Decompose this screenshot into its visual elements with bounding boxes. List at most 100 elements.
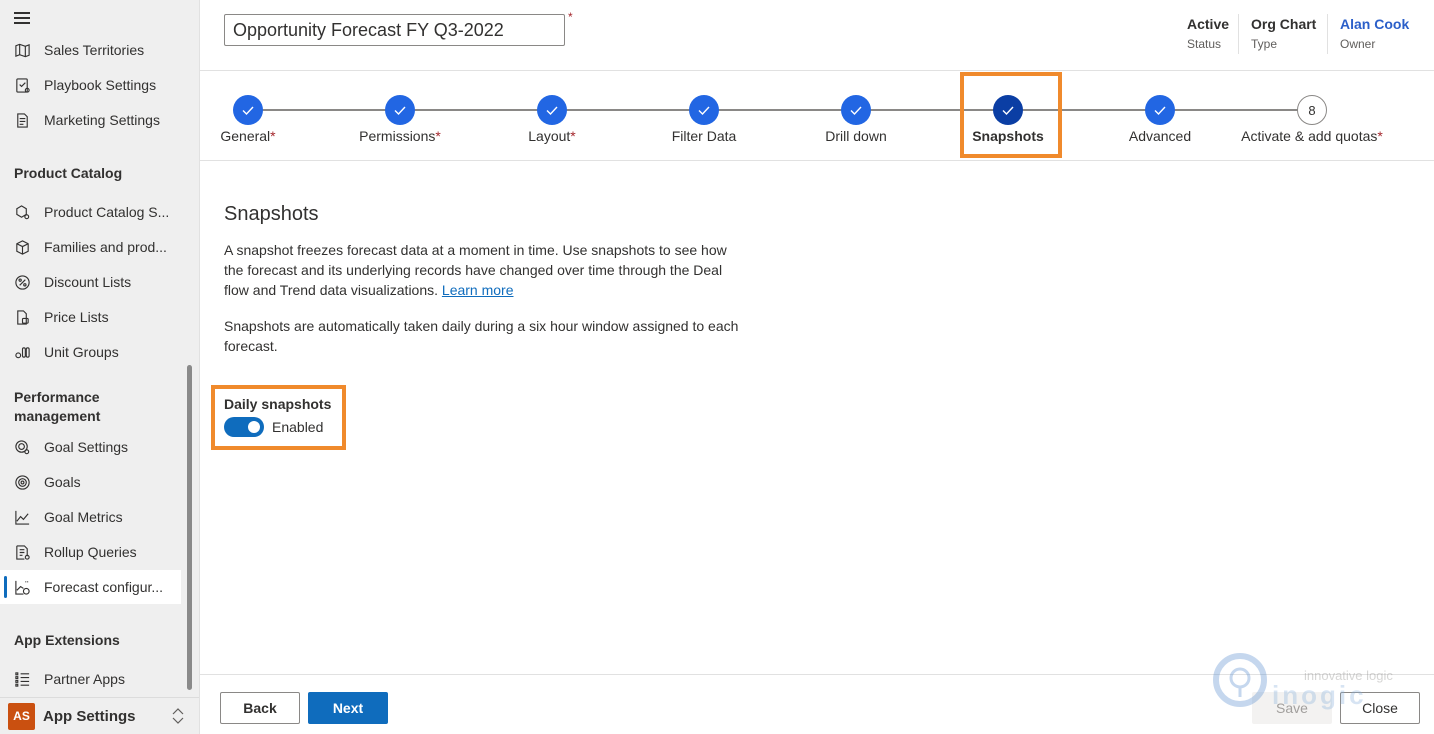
check-icon: [233, 95, 263, 125]
step-filter-data[interactable]: Filter Data: [624, 95, 784, 144]
header-field-type: Org Chart Type: [1238, 14, 1328, 54]
type-label: Type: [1251, 37, 1278, 51]
type-value: Org Chart: [1251, 16, 1317, 32]
playbook-icon: [13, 76, 31, 94]
sidebar-item-label: Goal Metrics: [44, 509, 123, 525]
status-label: Status: [1187, 37, 1222, 51]
sidebar-item-label: Unit Groups: [44, 344, 119, 360]
check-icon: [385, 95, 415, 125]
step-label: Activate & add quotas: [1241, 128, 1378, 144]
header-field-status: Active Status: [1175, 14, 1241, 54]
form-footer: Back Next Save Close: [200, 674, 1434, 734]
sidebar-item-goals[interactable]: Goals: [0, 465, 181, 499]
required-marker: *: [570, 128, 576, 144]
owner-link[interactable]: Alan Cook: [1340, 14, 1409, 34]
marketing-icon: [13, 111, 31, 129]
step-drill-down[interactable]: Drill down: [776, 95, 936, 144]
sidebar-item-label: Partner Apps: [44, 671, 125, 687]
step-label: Filter Data: [671, 128, 737, 144]
sidebar-item-sales-territories[interactable]: Sales Territories: [0, 33, 181, 67]
map-icon: [13, 41, 31, 59]
forecast-icon: [13, 578, 31, 596]
required-marker: *: [1377, 128, 1383, 144]
sidebar-item-label: Marketing Settings: [44, 112, 160, 128]
sidebar-item-playbook-settings[interactable]: Playbook Settings: [0, 68, 181, 102]
required-marker: *: [270, 128, 276, 144]
app-switcher[interactable]: AS App Settings: [0, 697, 199, 734]
sidebar-item-unit-groups[interactable]: Unit Groups: [0, 335, 181, 369]
sidebar-item-label: Price Lists: [44, 309, 109, 325]
sidebar-item-label: Goals: [44, 474, 81, 490]
sidebar-item-product-catalog-settings[interactable]: Product Catalog S...: [0, 195, 181, 229]
step-number: 8: [1297, 95, 1327, 125]
back-button[interactable]: Back: [220, 692, 300, 724]
check-icon: [993, 95, 1023, 125]
step-snapshots[interactable]: Snapshots: [928, 95, 1088, 144]
sidebar-item-families-products[interactable]: Families and prod...: [0, 230, 181, 264]
sidebar-item-goal-metrics[interactable]: Goal Metrics: [0, 500, 181, 534]
snapshots-section: Snapshots A snapshot freezes forecast da…: [224, 200, 744, 356]
section-description: A snapshot freezes forecast data at a mo…: [224, 240, 744, 300]
sidebar-item-discount-lists[interactable]: Discount Lists: [0, 265, 181, 299]
step-label: Layout: [528, 128, 571, 144]
status-value: Active: [1187, 16, 1230, 32]
sidebar-item-rollup-queries[interactable]: Rollup Queries: [0, 535, 181, 569]
goal-settings-icon: [13, 438, 31, 456]
step-label: Permissions: [359, 128, 436, 144]
next-button[interactable]: Next: [308, 692, 388, 724]
target-icon: [13, 473, 31, 491]
save-button[interactable]: Save: [1252, 692, 1332, 724]
group-title-product-catalog: Product Catalog: [14, 165, 123, 181]
sidebar-item-goal-settings[interactable]: Goal Settings: [0, 430, 181, 464]
section-description-2: Snapshots are automatically taken daily …: [224, 318, 739, 354]
check-icon: [689, 95, 719, 125]
sidebar-item-marketing-settings[interactable]: Marketing Settings: [0, 103, 181, 137]
daily-snapshots-toggle[interactable]: [224, 417, 264, 437]
product-settings-icon: [13, 203, 31, 221]
check-icon: [841, 95, 871, 125]
sidebar-item-price-lists[interactable]: Price Lists: [0, 300, 181, 334]
step-activate-add-quotas[interactable]: 8 Activate & add quotas*: [1232, 95, 1392, 144]
box-icon: [13, 238, 31, 256]
step-advanced[interactable]: Advanced: [1080, 95, 1240, 144]
configuration-stepper: General* Permissions* Layout* Filter Dat…: [200, 71, 1434, 161]
sidebar-item-forecast-configuration[interactable]: Forecast configur...: [0, 570, 181, 604]
owner-label: Owner: [1340, 37, 1376, 51]
step-label: Drill down: [825, 128, 887, 144]
line-chart-icon: [13, 508, 31, 526]
sidebar-item-label: Sales Territories: [44, 42, 145, 58]
toggle-state-text: Enabled: [272, 419, 324, 435]
daily-snapshots-field: Daily snapshots Enabled: [224, 395, 331, 437]
step-label: Advanced: [1128, 128, 1192, 144]
section-title: Snapshots: [224, 203, 319, 225]
sidebar-item-label: Product Catalog S...: [44, 204, 170, 220]
close-button[interactable]: Close: [1340, 692, 1420, 724]
daily-snapshots-label: Daily snapshots: [224, 396, 332, 412]
sidebar-item-label: Discount Lists: [44, 274, 132, 290]
header-field-owner: Alan Cook Owner: [1327, 14, 1421, 54]
learn-more-link[interactable]: Learn more: [442, 282, 514, 298]
form-header: * Active Status Org Chart Type Alan Cook…: [200, 0, 1434, 71]
step-permissions[interactable]: Permissions*: [320, 95, 480, 144]
group-title-app-extensions: App Extensions: [14, 632, 120, 648]
check-icon: [537, 95, 567, 125]
sidebar-scrollbar[interactable]: [187, 365, 192, 690]
step-general[interactable]: General*: [168, 95, 328, 144]
step-layout[interactable]: Layout*: [472, 95, 632, 144]
sidebar-item-partner-apps[interactable]: Partner Apps: [0, 662, 181, 696]
forecast-name-input[interactable]: [224, 14, 565, 46]
sidebar-item-label: Rollup Queries: [44, 544, 137, 560]
app-avatar: AS: [8, 702, 35, 730]
step-label: Snapshots: [972, 128, 1044, 144]
hamburger-icon[interactable]: [14, 12, 30, 26]
unit-groups-icon: [13, 343, 31, 361]
price-list-icon: [13, 308, 31, 326]
chevron-up-down-icon: [171, 707, 185, 725]
sidebar-item-label: Families and prod...: [44, 239, 167, 255]
sidebar-item-label: Playbook Settings: [44, 77, 157, 93]
required-marker: *: [568, 10, 573, 24]
required-marker: *: [435, 128, 441, 144]
step-label: General: [220, 128, 271, 144]
list-icon: [13, 670, 31, 688]
check-icon: [1145, 95, 1175, 125]
